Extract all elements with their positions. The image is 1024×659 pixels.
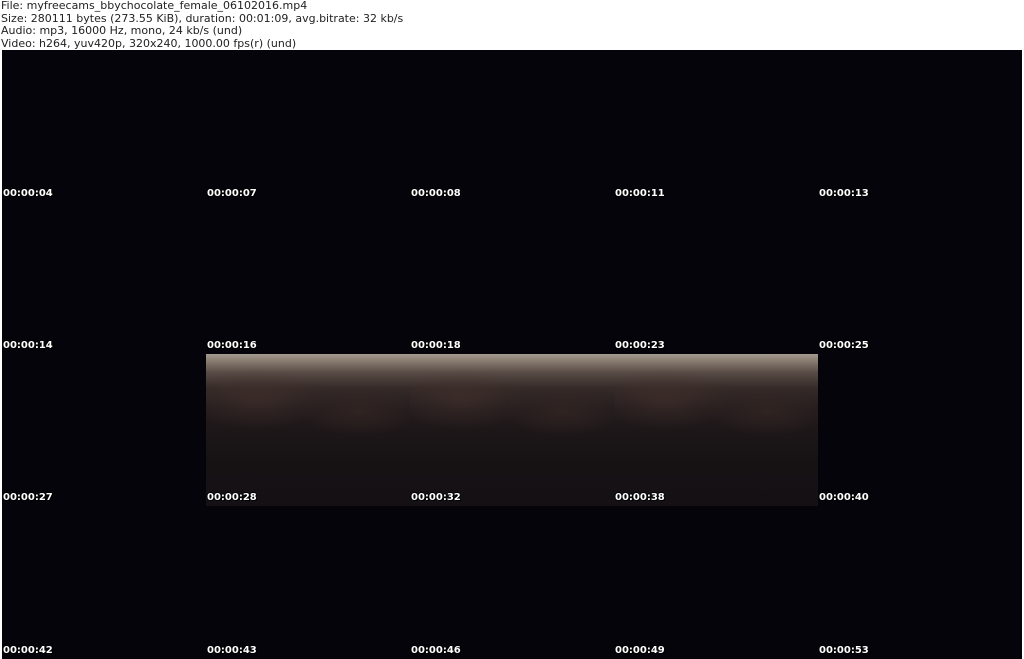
frame-timestamp: 00:00:11 <box>615 188 665 199</box>
thumbnail-frame: 00:00:49 <box>614 506 818 659</box>
thumbnail-frame: 00:00:18 <box>410 202 614 354</box>
frame-timestamp: 00:00:53 <box>819 645 869 656</box>
frame-timestamp: 00:00:04 <box>3 188 53 199</box>
frame-timestamp: 00:00:28 <box>207 492 257 503</box>
thumbnail-frame: 00:00:07 <box>206 50 410 202</box>
frame-timestamp: 00:00:46 <box>411 645 461 656</box>
thumbnail-frame: 00:00:43 <box>206 506 410 659</box>
frame-timestamp: 00:00:08 <box>411 188 461 199</box>
thumbnail-frame: 00:00:28 <box>206 354 410 506</box>
frame-timestamp: 00:00:32 <box>411 492 461 503</box>
frame-timestamp: 00:00:42 <box>3 645 53 656</box>
thumbnail-grid: 00:00:04 00:00:07 00:00:08 00:00:11 00:0… <box>2 50 1022 659</box>
frame-timestamp: 00:00:49 <box>615 645 665 656</box>
frame-timestamp: 00:00:13 <box>819 188 869 199</box>
file-info-header: File: myfreecams_bbychocolate_female_061… <box>1 0 1021 50</box>
thumbnail-frame: 00:00:27 <box>2 354 206 506</box>
thumbnail-frame: 00:00:16 <box>206 202 410 354</box>
thumbnail-frame: 00:00:38 <box>614 354 818 506</box>
thumbnail-frame: 00:00:25 <box>818 202 1022 354</box>
thumbnail-frame: 00:00:32 <box>410 354 614 506</box>
frame-timestamp: 00:00:27 <box>3 492 53 503</box>
frame-timestamp: 00:00:23 <box>615 340 665 351</box>
frame-timestamp: 00:00:43 <box>207 645 257 656</box>
thumbnail-frame: 00:00:14 <box>2 202 206 354</box>
video-info-line: Video: h264, yuv420p, 320x240, 1000.00 f… <box>1 36 297 50</box>
contact-sheet: File: myfreecams_bbychocolate_female_061… <box>0 0 1024 659</box>
thumbnail-frame: 00:00:08 <box>410 50 614 202</box>
thumbnail-frame: 00:00:40 <box>818 354 1022 506</box>
audio-info-line: Audio: mp3, 16000 Hz, mono, 24 kb/s (und… <box>1 24 243 37</box>
frame-timestamp: 00:00:40 <box>819 492 869 503</box>
frame-timestamp: 00:00:38 <box>615 492 665 503</box>
thumbnail-frame: 00:00:13 <box>818 50 1022 202</box>
frame-timestamp: 00:00:07 <box>207 188 257 199</box>
frame-timestamp: 00:00:16 <box>207 340 257 351</box>
frame-timestamp: 00:00:25 <box>819 340 869 351</box>
thumbnail-frame: 00:00:04 <box>2 50 206 202</box>
thumbnail-frame: 00:00:23 <box>614 202 818 354</box>
file-name-line: File: myfreecams_bbychocolate_female_061… <box>1 0 308 12</box>
thumbnail-frame: 00:00:11 <box>614 50 818 202</box>
thumbnail-frame: 00:00:53 <box>818 506 1022 659</box>
thumbnail-frame: 00:00:46 <box>410 506 614 659</box>
thumbnail-frame: 00:00:42 <box>2 506 206 659</box>
frame-timestamp: 00:00:14 <box>3 340 53 351</box>
frame-timestamp: 00:00:18 <box>411 340 461 351</box>
